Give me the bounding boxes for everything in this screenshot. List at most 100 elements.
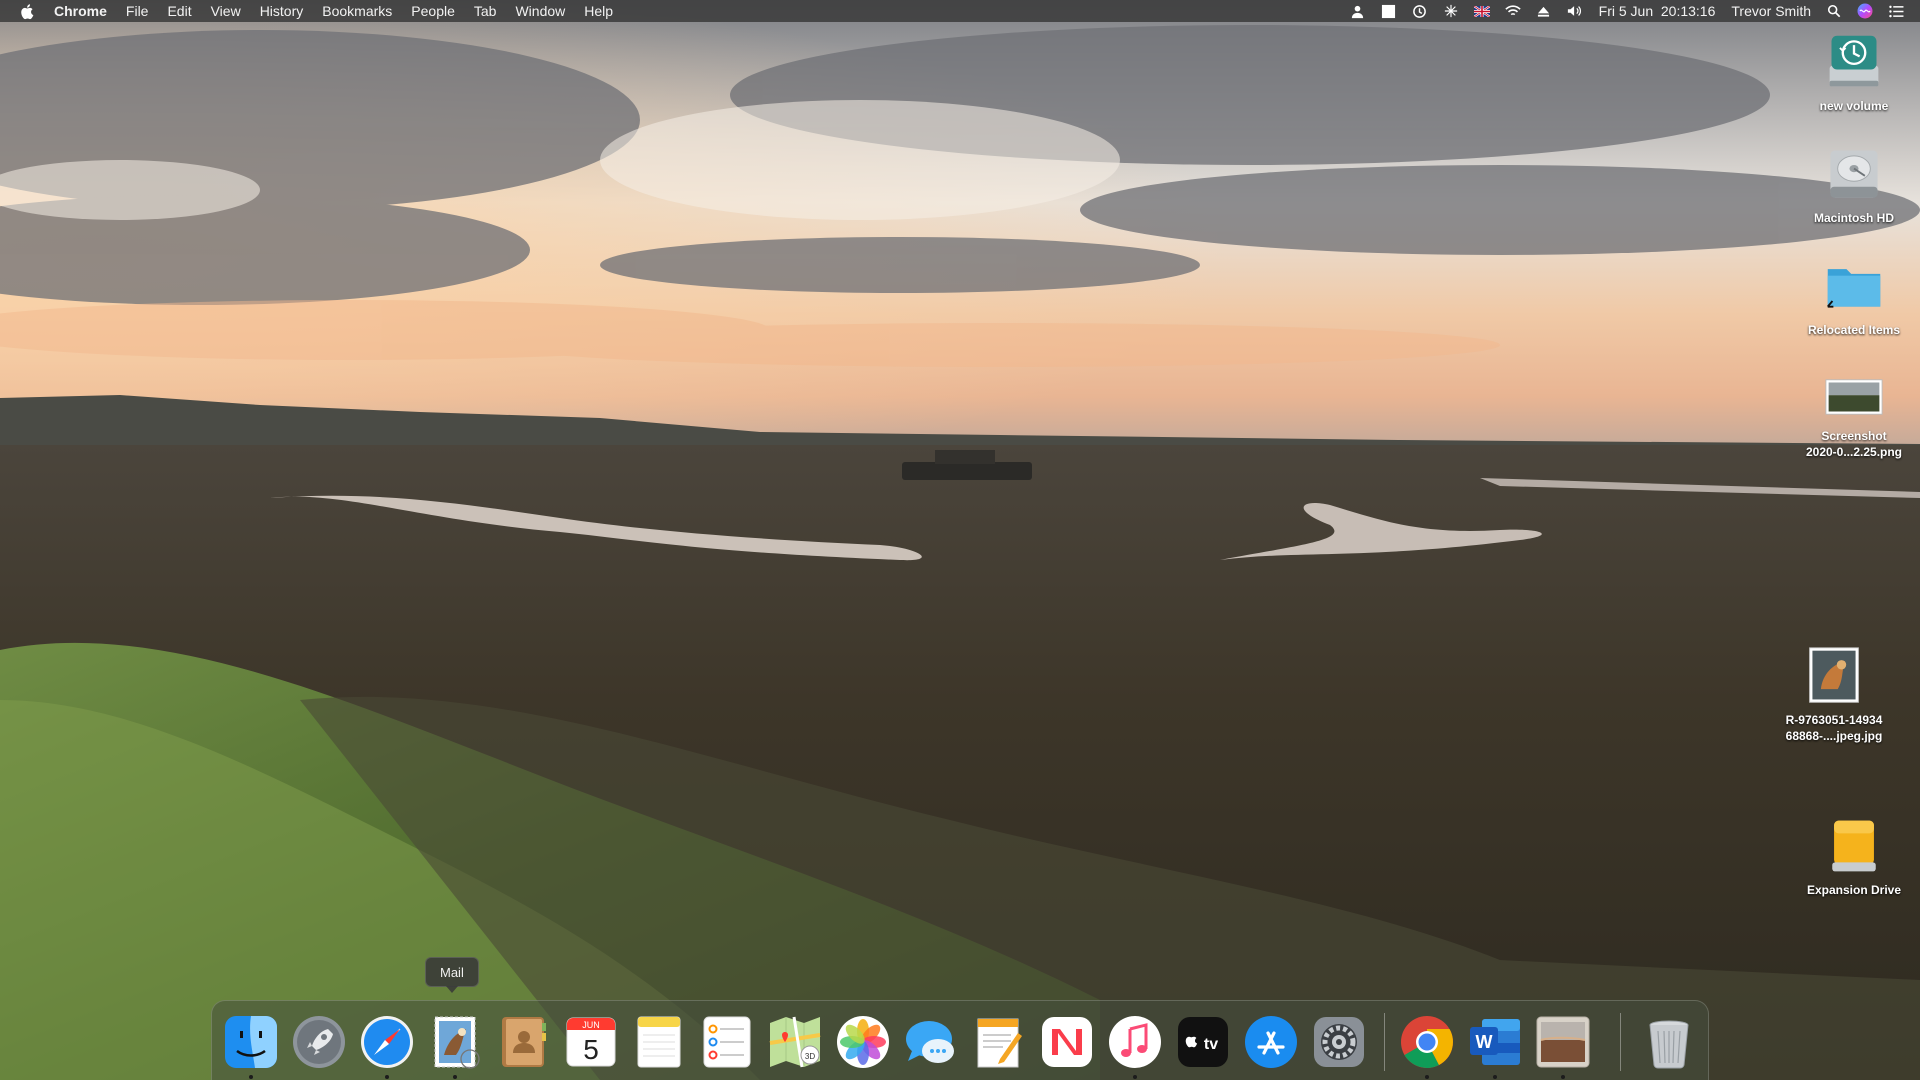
running-indicator xyxy=(249,1075,253,1079)
spotlight-search-icon[interactable] xyxy=(1826,3,1842,19)
reminders-list-icon xyxy=(703,1016,751,1068)
desktop-icon-label: Relocated Items xyxy=(1807,323,1901,337)
svg-text:3D: 3D xyxy=(805,1052,815,1061)
menu-bookmarks[interactable]: Bookmarks xyxy=(322,3,392,19)
mail-stamp-icon xyxy=(434,1016,480,1069)
running-indicator xyxy=(385,1075,389,1079)
calendar-icon: JUN 5 xyxy=(566,1017,616,1067)
desktop-icon-macintosh-hd[interactable]: Macintosh HD xyxy=(1794,142,1914,226)
desktop-icon-label: Macintosh HD xyxy=(1813,211,1894,225)
running-indicator xyxy=(1425,1075,1429,1079)
desktop-icon-expansion-drive[interactable]: Expansion Drive xyxy=(1794,814,1914,898)
desktop-wallpaper xyxy=(0,0,1920,1080)
menu-history[interactable]: History xyxy=(260,3,304,19)
menu-help[interactable]: Help xyxy=(584,3,613,19)
wifi-icon[interactable] xyxy=(1504,3,1521,19)
desktop-icon-label: Expansion Drive xyxy=(1806,883,1902,897)
dock-item-chrome[interactable] xyxy=(1398,1013,1456,1079)
speech-bubble-icon xyxy=(906,1021,954,1063)
apple-tv-icon: tv xyxy=(1178,1017,1228,1067)
dock-item-contacts[interactable] xyxy=(494,1013,552,1071)
menu-people[interactable]: People xyxy=(411,3,455,19)
dock-tooltip: Mail xyxy=(425,957,479,993)
desktop-icon-relocated-items[interactable]: Relocated Items xyxy=(1794,254,1914,338)
desktop-icon-new-volume[interactable]: new volume xyxy=(1794,30,1914,114)
dock-item-tv[interactable]: tv xyxy=(1174,1013,1232,1071)
contacts-book-icon xyxy=(502,1017,546,1067)
running-indicator xyxy=(1133,1075,1137,1079)
external-drive-icon xyxy=(1822,814,1886,878)
notification-center-icon[interactable] xyxy=(1888,3,1904,19)
time-machine-drive-icon xyxy=(1822,30,1886,94)
calendar-day: 5 xyxy=(583,1034,599,1065)
calendar-month: JUN xyxy=(582,1020,600,1030)
user-lock-icon[interactable] xyxy=(1350,3,1366,19)
map-icon: 3D xyxy=(769,1016,821,1068)
rocket-icon xyxy=(293,1016,345,1068)
dock-separator xyxy=(1620,1013,1621,1071)
dock-item-preview[interactable] xyxy=(1534,1013,1592,1079)
compass-icon xyxy=(361,1016,413,1068)
uk-flag-icon[interactable] xyxy=(1473,3,1490,19)
word-icon: W xyxy=(1470,1019,1520,1065)
menu-window[interactable]: Window xyxy=(515,3,565,19)
eject-icon[interactable] xyxy=(1536,3,1552,19)
dock-item-word[interactable]: W xyxy=(1466,1013,1524,1079)
pages-icon xyxy=(977,1018,1022,1068)
photos-flower-icon xyxy=(837,1016,889,1068)
app-store-icon xyxy=(1245,1016,1297,1068)
tv-text: tv xyxy=(1204,1036,1218,1053)
clock[interactable]: Fri 5 Jun 20:13:16 xyxy=(1599,3,1716,19)
dock-item-mail[interactable] xyxy=(426,1013,484,1079)
preview-photo-icon xyxy=(1536,1016,1590,1068)
running-indicator xyxy=(1493,1075,1497,1079)
apple-logo-icon[interactable] xyxy=(20,2,38,20)
dock-item-pages[interactable] xyxy=(970,1013,1028,1071)
dock-item-notes[interactable] xyxy=(630,1013,688,1071)
image-thumbnail-icon xyxy=(1802,644,1866,708)
dock: JUN 5 3D tv W xyxy=(211,1000,1709,1080)
volume-icon[interactable] xyxy=(1567,3,1583,19)
menu-file[interactable]: File xyxy=(126,3,149,19)
word-letter: W xyxy=(1476,1032,1493,1052)
desktop-icon-screenshot[interactable]: Screenshot 2020-0...2.25.png xyxy=(1794,370,1914,460)
menu-edit[interactable]: Edit xyxy=(167,3,191,19)
dock-item-maps[interactable]: 3D xyxy=(766,1013,824,1071)
desktop-icon-label: new volume xyxy=(1819,99,1889,113)
user-name[interactable]: Trevor Smith xyxy=(1731,3,1811,19)
dock-item-calendar[interactable]: JUN 5 xyxy=(562,1013,620,1071)
chrome-icon xyxy=(1401,1016,1453,1068)
menu-tab[interactable]: Tab xyxy=(474,3,497,19)
dock-item-system-preferences[interactable] xyxy=(1310,1013,1368,1071)
hard-drive-icon xyxy=(1822,142,1886,206)
menu-view[interactable]: View xyxy=(211,3,241,19)
dock-item-finder[interactable] xyxy=(222,1013,280,1079)
news-icon xyxy=(1042,1017,1092,1067)
desktop-icon-label: Screenshot 2020-0...2.25.png xyxy=(1805,429,1903,459)
dock-item-reminders[interactable] xyxy=(698,1013,756,1071)
dock-item-news[interactable] xyxy=(1038,1013,1096,1071)
dock-item-safari[interactable] xyxy=(358,1013,416,1079)
dock-item-music[interactable] xyxy=(1106,1013,1164,1079)
notes-icon xyxy=(637,1016,681,1068)
dock-item-launchpad[interactable] xyxy=(290,1013,348,1071)
dock-item-photos[interactable] xyxy=(834,1013,892,1071)
finder-icon xyxy=(225,1016,277,1068)
siri-icon[interactable] xyxy=(1857,3,1873,19)
running-indicator xyxy=(453,1075,457,1079)
desktop-icon-label: R-9763051-14934 68868-....jpeg.jpg xyxy=(1785,713,1883,743)
gear-icon xyxy=(1314,1017,1364,1067)
network-icon[interactable] xyxy=(1443,3,1459,19)
time-machine-icon[interactable] xyxy=(1412,3,1428,19)
status-area: Fri 5 Jun 20:13:16 Trevor Smith xyxy=(1335,0,1904,22)
desktop-icon-image-jpeg[interactable]: R-9763051-14934 68868-....jpeg.jpg xyxy=(1774,644,1894,744)
white-square-icon[interactable] xyxy=(1381,3,1397,19)
running-indicator xyxy=(1561,1075,1565,1079)
menu-bar: Chrome File Edit View History Bookmarks … xyxy=(0,0,1920,22)
dock-item-messages[interactable] xyxy=(902,1013,960,1071)
dock-separator xyxy=(1384,1013,1385,1071)
dock-item-app-store[interactable] xyxy=(1242,1013,1300,1071)
dock-item-trash[interactable] xyxy=(1640,1013,1698,1071)
trash-icon xyxy=(1649,1020,1689,1069)
menu-app-name[interactable]: Chrome xyxy=(54,3,107,19)
